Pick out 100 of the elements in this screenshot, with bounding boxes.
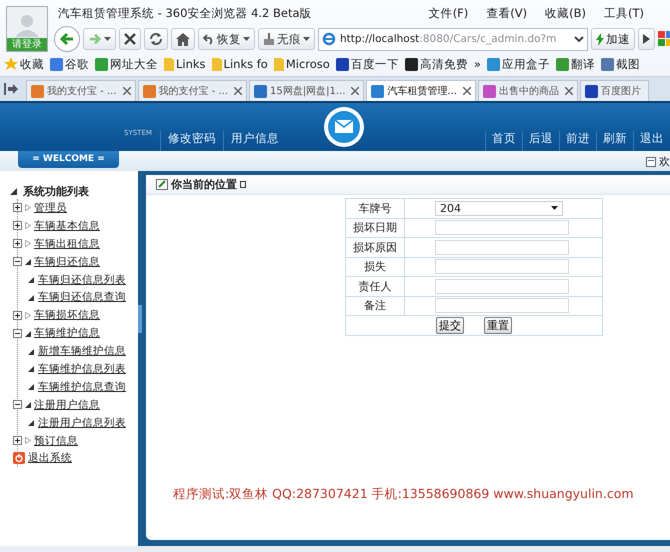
- expand-icon[interactable]: [13, 203, 22, 212]
- bookmark-item[interactable]: Links: [164, 57, 206, 71]
- triangle-icon: [28, 383, 34, 390]
- user-silhouette-icon: [12, 13, 42, 37]
- input-field[interactable]: [435, 240, 569, 255]
- form-button[interactable]: 重置: [484, 316, 512, 334]
- google-icon[interactable]: [658, 31, 670, 47]
- incognito-button[interactable]: 无痕: [258, 28, 315, 50]
- home-button[interactable]: [171, 28, 195, 50]
- select-field[interactable]: 204: [435, 200, 563, 216]
- bookmark-item[interactable]: 百度一下: [336, 56, 399, 72]
- menu-item[interactable]: 查看(V): [486, 6, 528, 20]
- browser-tab[interactable]: 15网盘|网盘|1...: [249, 80, 364, 101]
- folder-icon: [212, 57, 222, 71]
- triangle-icon: [28, 365, 34, 372]
- favicon-icon: [584, 84, 598, 98]
- power-icon: [13, 452, 25, 464]
- form-button[interactable]: 提交: [436, 316, 464, 334]
- tree-item[interactable]: 管理员: [34, 200, 67, 215]
- triangle-icon: [25, 401, 31, 408]
- tree-item[interactable]: 注册用户信息: [34, 398, 100, 412]
- tree-item[interactable]: 车辆维护信息: [34, 326, 100, 340]
- bookmark-item[interactable]: »: [474, 57, 481, 71]
- window-title: 汽车租赁管理系统 - 360安全浏览器 4.2 Beta版: [58, 6, 312, 20]
- tree-item[interactable]: 退出系统: [28, 451, 72, 466]
- close-icon[interactable]: [351, 87, 360, 95]
- form-label: 损坏日期: [346, 218, 404, 238]
- tree-item[interactable]: 车辆损坏信息: [34, 308, 100, 322]
- browser-tab[interactable]: 我的支付宝 - ...: [26, 80, 136, 101]
- tree-item[interactable]: 车辆归还信息列表: [38, 272, 126, 286]
- caret-icon: [303, 37, 310, 41]
- form-label: 损失: [346, 257, 404, 276]
- expand-icon[interactable]: [13, 221, 22, 230]
- bookmark-item[interactable]: 应用盒子: [486, 56, 550, 72]
- tree-item[interactable]: 车辆基本信息: [34, 218, 100, 233]
- expand-icon[interactable]: [13, 310, 22, 320]
- input-field[interactable]: [435, 259, 569, 274]
- tree-item[interactable]: 车辆归还信息查询: [38, 290, 126, 304]
- address-field[interactable]: http://localhost:8080/Cars/c_admin.do?m: [318, 28, 588, 50]
- input-field[interactable]: [435, 298, 569, 314]
- sidebar-toggle-icon[interactable]: [4, 83, 18, 95]
- address-text: http://localhost:8080/Cars/c_admin.do?m: [340, 33, 558, 45]
- caret-icon: [243, 37, 250, 41]
- bookmark-item[interactable]: 收藏: [4, 56, 44, 72]
- splitter-handle[interactable]: [138, 304, 142, 332]
- input-field[interactable]: [435, 278, 569, 294]
- triangle-icon: [25, 437, 31, 444]
- expand-icon[interactable]: [13, 239, 22, 248]
- tree-item[interactable]: 车辆出租信息: [34, 236, 100, 251]
- bookmark-item[interactable]: 翻译: [556, 56, 595, 72]
- stop-button[interactable]: [119, 28, 141, 50]
- close-icon: [124, 33, 136, 45]
- go-button[interactable]: [638, 28, 655, 50]
- bookmark-item[interactable]: 高清免费: [404, 56, 468, 72]
- envelope-icon: [323, 106, 365, 148]
- bookmark-item[interactable]: 网址大全: [95, 56, 158, 72]
- menu-item[interactable]: 文件(F): [428, 6, 468, 20]
- site-icon: [556, 58, 569, 70]
- menu-item[interactable]: 收藏(B): [545, 6, 586, 20]
- form-label: 损坏原因: [346, 238, 404, 257]
- back-button[interactable]: [54, 26, 80, 52]
- browser-tab[interactable]: 汽车租赁管理...: [366, 80, 476, 101]
- refresh-button[interactable]: [144, 28, 168, 50]
- tree-item[interactable]: 车辆维护信息查询: [38, 380, 126, 394]
- browser-tab[interactable]: 百度图片: [580, 80, 649, 101]
- close-icon[interactable]: [234, 87, 242, 95]
- restore-button[interactable]: 恢复: [198, 28, 255, 50]
- window-icon: [646, 156, 656, 166]
- welcome-text: 欢: [659, 154, 670, 169]
- location-label: 你当前的位置: [171, 177, 237, 192]
- tree-item[interactable]: 车辆归还信息: [34, 254, 100, 269]
- close-icon[interactable]: [564, 87, 573, 95]
- tree-item[interactable]: 新增车辆维护信息: [38, 344, 126, 358]
- speedup-button[interactable]: 加速: [591, 28, 635, 50]
- bookmark-item[interactable]: 截图: [600, 56, 640, 72]
- bookmark-item[interactable]: Links fo: [212, 57, 268, 71]
- star-icon: [4, 57, 18, 71]
- triangle-icon: [25, 204, 31, 212]
- site-icon: [404, 58, 418, 70]
- close-icon[interactable]: [462, 87, 471, 95]
- browser-tab[interactable]: 我的支付宝 - ...: [138, 80, 248, 101]
- expand-icon[interactable]: [13, 436, 22, 446]
- browser-tab[interactable]: 出售中的商品: [478, 80, 578, 101]
- tree-item[interactable]: 车辆维护信息列表: [38, 362, 126, 376]
- tree-item[interactable]: 预订信息: [34, 434, 78, 448]
- folder-icon: [274, 57, 284, 71]
- left-arrow-icon: [59, 31, 75, 47]
- input-field[interactable]: [435, 220, 569, 236]
- menu-item[interactable]: 工具(T): [604, 6, 644, 20]
- triangle-icon: [28, 419, 34, 426]
- favicon-icon: [142, 84, 156, 98]
- close-icon[interactable]: [122, 87, 131, 95]
- collapse-icon[interactable]: [13, 400, 22, 410]
- collapse-icon[interactable]: [13, 257, 22, 266]
- bookmark-item[interactable]: 谷歌: [50, 56, 89, 72]
- caret-icon: [551, 206, 558, 210]
- tree-item[interactable]: 注册用户信息列表: [38, 416, 126, 430]
- form-label: 备注: [346, 296, 404, 316]
- collapse-icon[interactable]: [13, 328, 22, 338]
- bookmark-item[interactable]: Microso: [274, 57, 330, 71]
